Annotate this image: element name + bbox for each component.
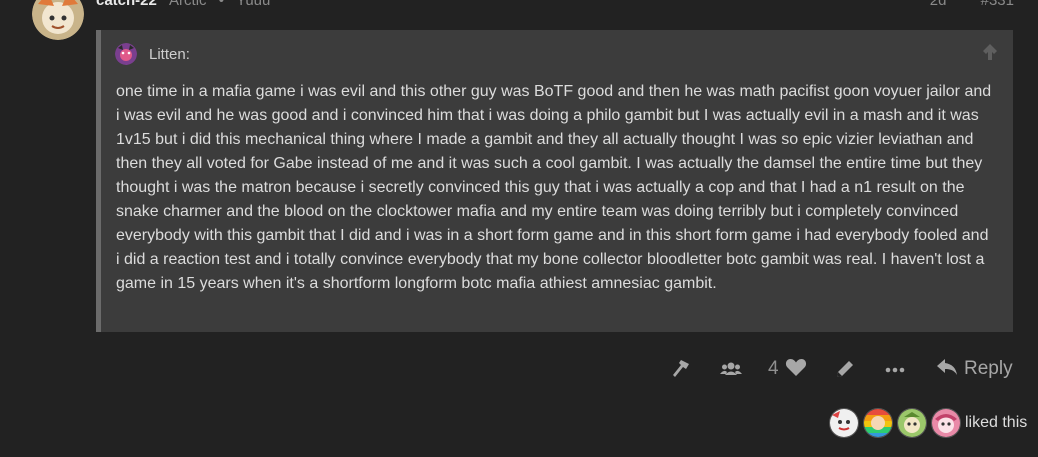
- liker-avatar[interactable]: [897, 408, 927, 438]
- post-actions: 4 Reply: [0, 356, 1038, 382]
- post-container: catch-22 Arctic • Yuuu 2d #331 Litten: o…: [0, 0, 1038, 457]
- liked-this-label[interactable]: liked this: [965, 414, 1027, 432]
- reply-button[interactable]: Reply: [936, 356, 1013, 382]
- post-header: catch-22 Arctic • Yuuu 2d #331: [96, 0, 1014, 10]
- liked-by: liked this: [829, 407, 1027, 439]
- pencil-icon[interactable]: [834, 356, 856, 382]
- quote-block: Litten: one time in a mafia game i was e…: [96, 30, 1013, 332]
- like-count: 4: [768, 358, 779, 379]
- post-number[interactable]: #331: [981, 0, 1014, 9]
- quote-text: one time in a mafia game i was evil and …: [116, 83, 992, 292]
- arrow-up-icon[interactable]: [981, 42, 999, 62]
- header-separator: •: [218, 0, 224, 9]
- hammer-icon[interactable]: [671, 356, 693, 382]
- post-age[interactable]: 2d: [930, 0, 947, 9]
- users-icon[interactable]: [720, 356, 742, 382]
- quote-author-avatar: [115, 43, 137, 65]
- poster-title: Yuuu: [236, 0, 271, 9]
- liker-avatar[interactable]: [931, 408, 961, 438]
- ellipsis-icon[interactable]: [884, 356, 906, 382]
- poster-avatar[interactable]: [32, 0, 84, 40]
- reply-icon: [936, 357, 958, 382]
- poster-flair: Arctic: [169, 0, 207, 9]
- quote-header: Litten:: [115, 43, 190, 65]
- liker-avatar[interactable]: [829, 408, 859, 438]
- quote-author: Litten:: [149, 45, 190, 63]
- like-button[interactable]: 4: [768, 356, 807, 382]
- poster-username[interactable]: catch-22: [96, 0, 157, 9]
- liker-avatar[interactable]: [863, 408, 893, 438]
- heart-icon: [785, 357, 807, 382]
- reply-label: Reply: [964, 358, 1013, 379]
